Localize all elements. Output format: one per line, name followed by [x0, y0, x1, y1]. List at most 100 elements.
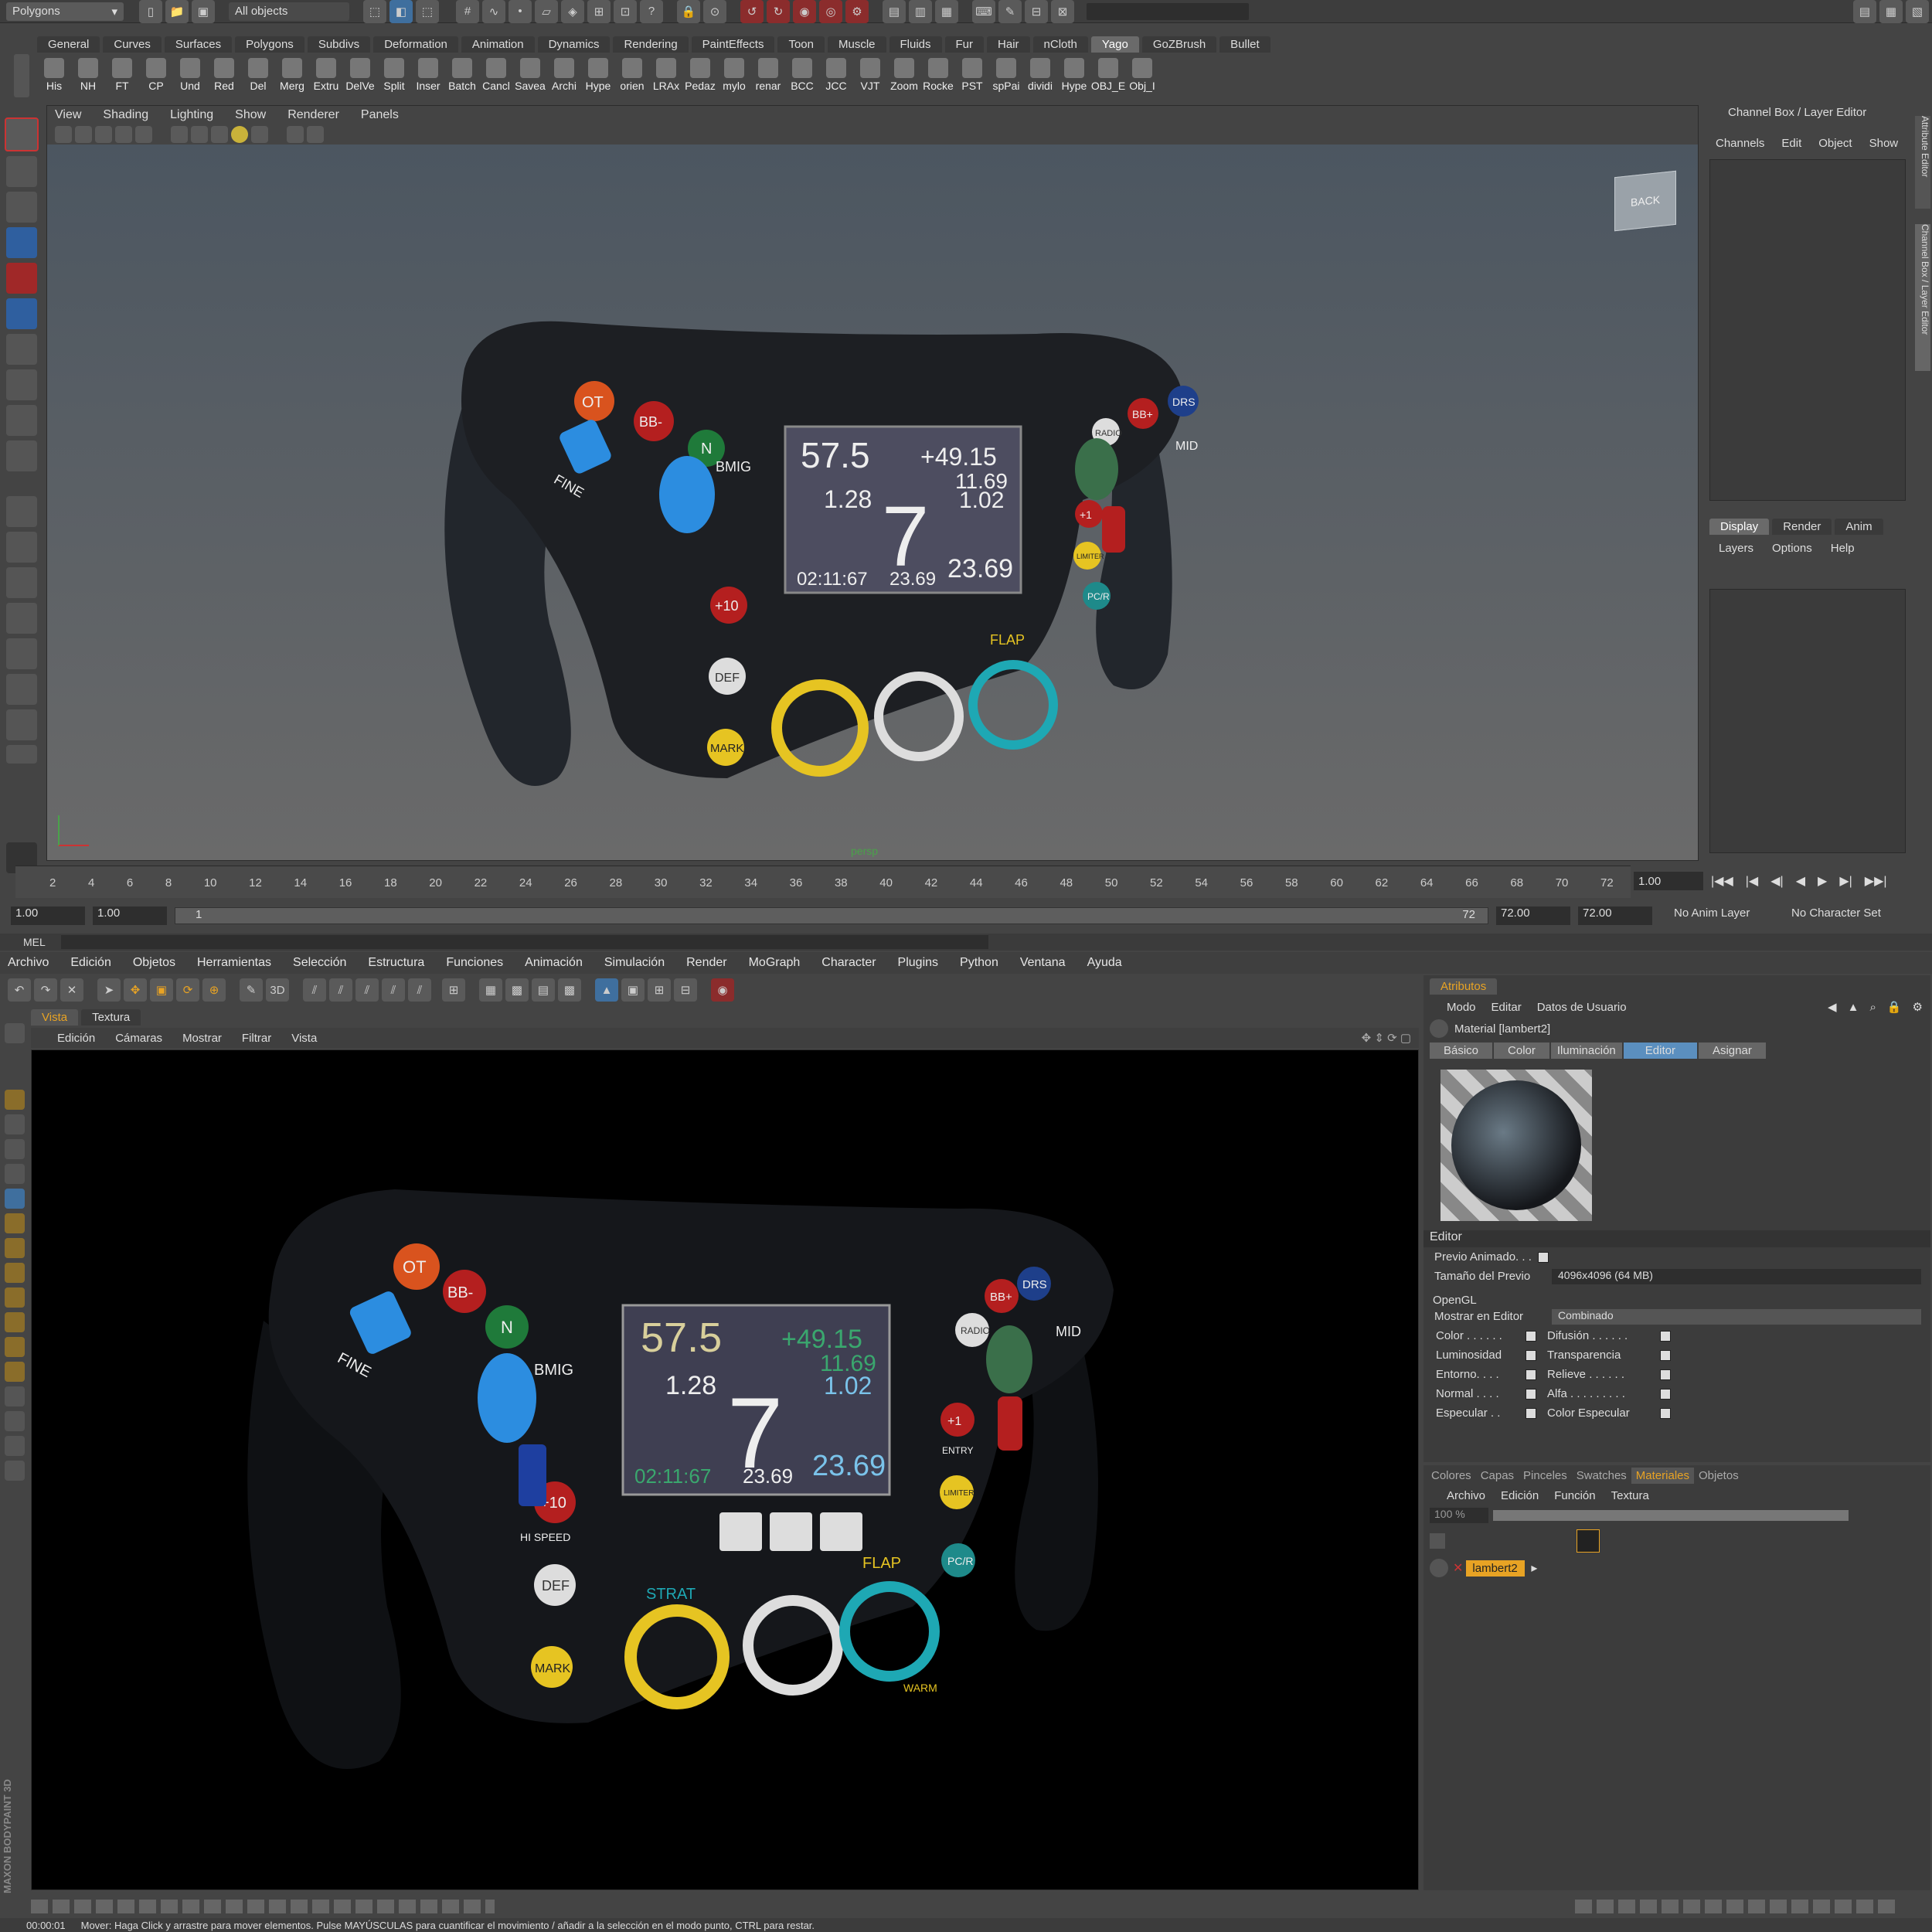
material-row-delete-icon[interactable]: ✕: [1453, 1560, 1463, 1576]
four-pane-icon[interactable]: [6, 532, 37, 563]
trash-icon[interactable]: ✕: [60, 978, 83, 1002]
c4d-dodge-icon[interactable]: [5, 1312, 25, 1332]
graph-layout-icon[interactable]: [6, 638, 37, 669]
attr-channel-right-checkbox[interactable]: [1660, 1330, 1671, 1342]
show-manip-icon[interactable]: [6, 405, 37, 436]
paint-icon[interactable]: ✎: [240, 978, 263, 1002]
previo-animado-checkbox[interactable]: [1537, 1251, 1549, 1263]
attr-channel-left-checkbox[interactable]: [1526, 1330, 1536, 1342]
snap-plane-icon[interactable]: ▱: [535, 0, 558, 23]
outliner-layout-icon[interactable]: [6, 603, 37, 634]
char-set-select[interactable]: No Character Set: [1782, 906, 1907, 925]
shelf-button[interactable]: Pedaz: [683, 58, 717, 92]
select-arrow-icon[interactable]: ➤: [97, 978, 121, 1002]
shelf-tab-fluids[interactable]: Fluids: [889, 36, 942, 53]
c4d-menu-item[interactable]: MoGraph: [749, 956, 801, 970]
render-settings-icon[interactable]: ⚙: [845, 0, 869, 23]
layout-split-icon[interactable]: ⊟: [674, 978, 697, 1002]
script-icon[interactable]: ✎: [998, 0, 1022, 23]
tamano-previo-select[interactable]: 4096x4096 (64 MB): [1552, 1268, 1921, 1284]
c4d-eraser-icon[interactable]: [5, 1238, 25, 1258]
c4d-tool-5-icon[interactable]: [5, 1164, 25, 1184]
shadows-icon[interactable]: [251, 126, 268, 143]
time-slider[interactable]: 2 4 6 8 10 12 14 16 18 20 22 24 26 28 30 32 34 36 38 40 42 44…: [15, 866, 1631, 898]
bookmark-icon[interactable]: [75, 126, 92, 143]
help-icon[interactable]: ?: [640, 0, 663, 23]
grid-view-icon[interactable]: ▤: [532, 978, 555, 1002]
c4d-menu-item[interactable]: Ayuda: [1087, 956, 1122, 970]
c4d-menu-item[interactable]: Edición: [70, 956, 111, 970]
mat-tab-colores[interactable]: Colores: [1427, 1468, 1476, 1484]
shelf-button[interactable]: BCC: [785, 58, 819, 92]
play-back-icon[interactable]: ◀: [1796, 873, 1805, 889]
step-back-key-icon[interactable]: |◀: [1746, 873, 1758, 889]
shelf-tab-subdivs[interactable]: Subdivs: [307, 36, 371, 53]
c4d-viewport[interactable]: 57.5 +49.15 11.69 1.28 7 1.02 02:11:67 2…: [31, 1049, 1419, 1890]
snap-grid-icon[interactable]: #: [456, 0, 479, 23]
lock-axis-icon[interactable]: ⊕: [202, 978, 226, 1002]
select-object-icon[interactable]: ◧: [389, 0, 413, 23]
material-tab-asignar[interactable]: Asignar: [1698, 1042, 1766, 1059]
shelf-tab-yago[interactable]: Yago: [1090, 36, 1139, 53]
c4d-tool-3-icon[interactable]: [5, 1114, 25, 1134]
step-forward-icon[interactable]: ▶|: [1839, 873, 1852, 889]
go-start-icon[interactable]: |◀◀: [1711, 873, 1733, 889]
shelf-button[interactable]: OBJ_E: [1091, 58, 1125, 92]
material-tab-editor[interactable]: Editor: [1623, 1042, 1697, 1059]
paint-select-icon[interactable]: [6, 192, 37, 223]
layout-single-icon[interactable]: ▣: [621, 978, 645, 1002]
xray-icon[interactable]: [287, 126, 304, 143]
layer-menu-layers[interactable]: Layers: [1719, 542, 1753, 555]
c4d-eyedropper-icon[interactable]: [5, 1386, 25, 1406]
channel-menu-channels[interactable]: Channels: [1716, 137, 1764, 150]
c4d-measure-icon[interactable]: [5, 1436, 25, 1456]
c4d-menu-item[interactable]: Character: [821, 956, 876, 970]
layer-op-6-icon[interactable]: ⊞: [442, 978, 465, 1002]
move-tool-icon[interactable]: [6, 227, 37, 258]
c4d-zoom-icon[interactable]: [5, 1411, 25, 1431]
bottom-tools-icon[interactable]: [31, 1900, 495, 1913]
attr-channel-left-checkbox[interactable]: [1526, 1407, 1536, 1419]
shelf-button[interactable]: Merg: [275, 58, 309, 92]
go-end-icon[interactable]: ▶▶|: [1865, 873, 1887, 889]
layout2-icon[interactable]: ▦: [1879, 0, 1903, 23]
c4d-tool-1-icon[interactable]: [5, 1023, 25, 1043]
attr-channel-right-checkbox[interactable]: [1660, 1388, 1671, 1400]
scale-tool-icon[interactable]: [6, 298, 37, 329]
grid-icon[interactable]: [115, 126, 132, 143]
shelf-button[interactable]: PST: [955, 58, 989, 92]
projection-icon[interactable]: ▲: [595, 978, 618, 1002]
side-tab-attribute-editor[interactable]: Attribute Editor: [1915, 116, 1930, 209]
view-menu-filtrar[interactable]: Filtrar: [242, 1032, 271, 1045]
mat-tab-pinceles[interactable]: Pinceles: [1519, 1468, 1572, 1484]
panel-layout-icon[interactable]: ▤: [883, 0, 906, 23]
tab-vista[interactable]: Vista: [31, 1009, 79, 1026]
shelf-tab-hair[interactable]: Hair: [987, 36, 1030, 53]
viewport-menu-shading[interactable]: Shading: [103, 108, 148, 122]
shelf-button[interactable]: Inser: [411, 58, 445, 92]
mat-menu-edicion[interactable]: Edición: [1501, 1489, 1539, 1502]
mat-menu-funcion[interactable]: Función: [1554, 1489, 1595, 1502]
view-menu-mostrar[interactable]: Mostrar: [182, 1032, 222, 1045]
open-folder-icon[interactable]: 📁: [165, 0, 189, 23]
layer-tab-render[interactable]: Render: [1772, 518, 1832, 535]
anim-layer-select[interactable]: No Anim Layer: [1665, 906, 1782, 925]
shelf-button[interactable]: CP: [139, 58, 173, 92]
shelf-button[interactable]: Savea: [513, 58, 547, 92]
shelf-tab-muscle[interactable]: Muscle: [827, 36, 886, 53]
attr-menu-datos[interactable]: Datos de Usuario: [1537, 1001, 1627, 1014]
range-end2-field[interactable]: 72.00: [1578, 906, 1652, 925]
c4d-menu-item[interactable]: Ventana: [1020, 956, 1066, 970]
layer-op-3-icon[interactable]: ⫽: [355, 978, 379, 1002]
shelf-button[interactable]: VJT: [853, 58, 887, 92]
step-back-icon[interactable]: ◀|: [1770, 873, 1783, 889]
shelf-button[interactable]: Hype: [581, 58, 615, 92]
mode-select[interactable]: Polygons ▾: [6, 2, 124, 21]
shelf-tab-painteffects[interactable]: PaintEffects: [691, 36, 775, 53]
shelf-tab-dynamics[interactable]: Dynamics: [537, 36, 611, 53]
snap-surface-icon[interactable]: ◈: [561, 0, 584, 23]
layout-quad-icon[interactable]: ⊞: [648, 978, 671, 1002]
snap-live-icon[interactable]: ⊞: [587, 0, 611, 23]
c4d-text-icon[interactable]: [5, 1337, 25, 1357]
material-tab-color[interactable]: Color: [1494, 1042, 1549, 1059]
